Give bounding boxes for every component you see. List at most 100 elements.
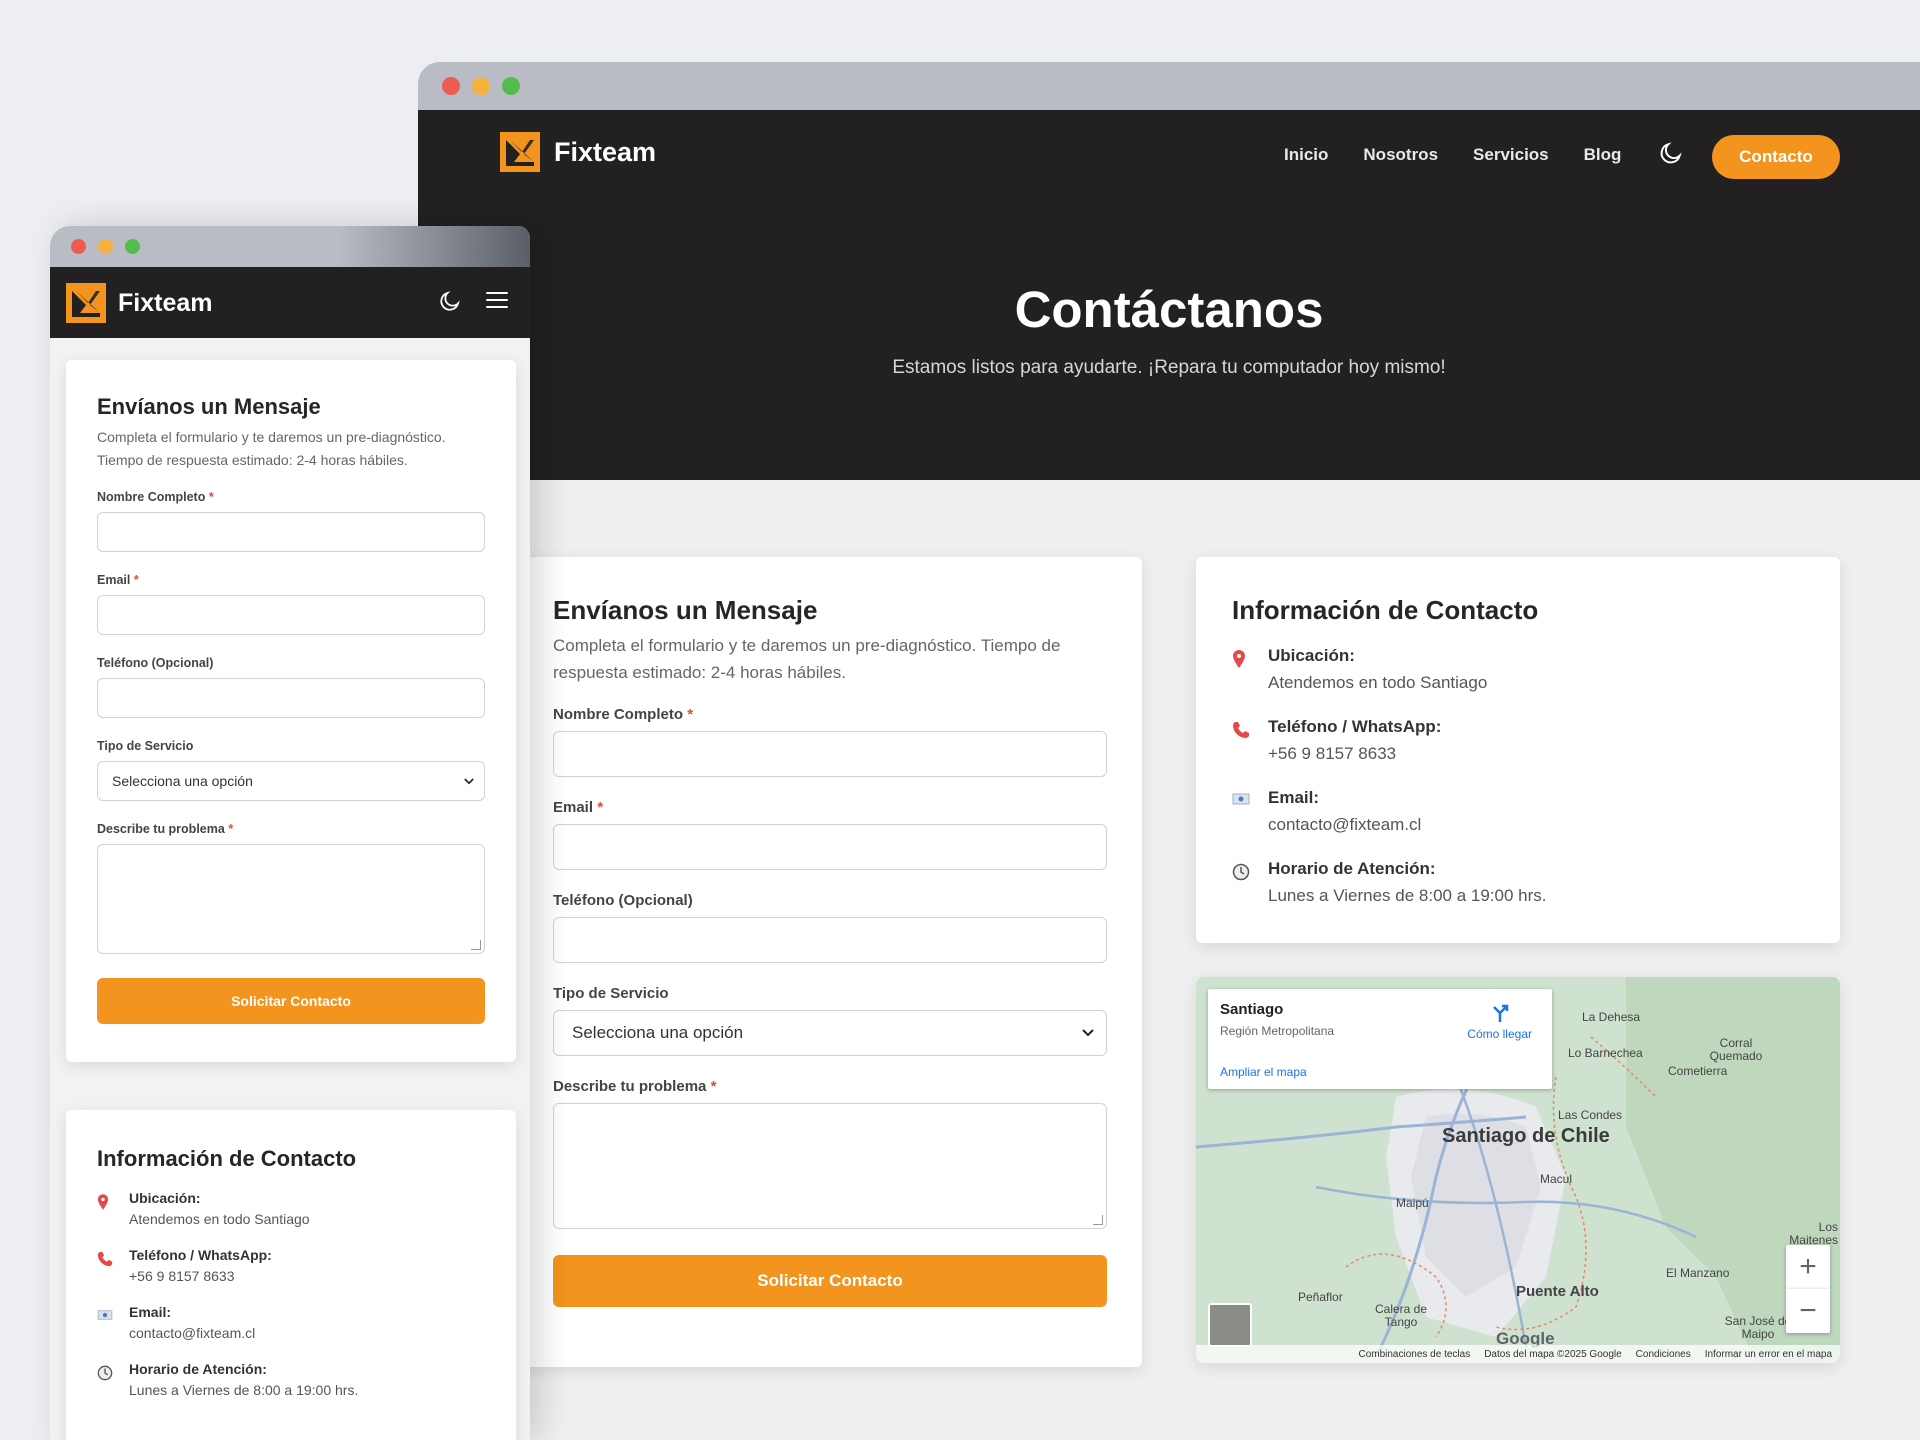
service-field-group: Tipo de Servicio Selecciona una opción xyxy=(553,985,1107,1056)
window-controls xyxy=(71,239,140,254)
info-label: Ubicación: xyxy=(129,1190,201,1206)
minimize-window-button[interactable] xyxy=(98,239,113,254)
service-label: Tipo de Servicio xyxy=(97,739,194,753)
required-mark: * xyxy=(597,799,604,816)
embedded-map[interactable]: Santiago de Chile La Dehesa Lo Barnechea… xyxy=(1196,977,1840,1363)
moon-icon[interactable] xyxy=(1658,140,1684,166)
name-label: Nombre Completo * xyxy=(553,706,694,723)
submit-button[interactable]: Solicitar Contacto xyxy=(553,1255,1107,1307)
info-label: Horario de Atención: xyxy=(1268,859,1436,878)
submit-button[interactable]: Solicitar Contacto xyxy=(97,978,485,1024)
expand-map-link[interactable]: Ampliar el mapa xyxy=(1220,1065,1307,1079)
info-item-email: Email: contacto@fixteam.cl xyxy=(97,1304,485,1341)
mobile-browser-window: Fixteam Envíanos un Mensaje Completa el … xyxy=(50,226,530,1440)
phone-icon xyxy=(97,1247,129,1284)
name-field-group: Nombre Completo * xyxy=(97,490,485,552)
phone-field-group: Teléfono (Opcional) xyxy=(553,892,1107,963)
phone-field-group: Teléfono (Opcional) xyxy=(97,656,485,718)
info-value[interactable]: contacto@fixteam.cl xyxy=(129,1325,255,1341)
problem-textarea[interactable] xyxy=(97,844,485,954)
clock-icon xyxy=(97,1361,129,1398)
info-value[interactable]: +56 9 8157 8633 xyxy=(1268,744,1441,764)
email-field-group: Email * xyxy=(97,573,485,635)
brand-logo[interactable]: Fixteam xyxy=(500,132,656,172)
info-value[interactable]: contacto@fixteam.cl xyxy=(1268,815,1421,835)
close-window-button[interactable] xyxy=(442,77,460,95)
map-town-label: La Dehesa xyxy=(1582,1010,1641,1024)
terms-link[interactable]: Condiciones xyxy=(1636,1349,1691,1360)
zoom-out-button[interactable]: − xyxy=(1786,1289,1830,1333)
resize-handle-icon[interactable] xyxy=(471,940,481,950)
map-town-label: Peñaflor xyxy=(1298,1290,1343,1304)
phone-input[interactable] xyxy=(553,917,1107,963)
map-town-label: Calera de Tango xyxy=(1374,1302,1428,1329)
contact-cta-button[interactable]: Contacto xyxy=(1712,135,1840,179)
page-title: Contáctanos xyxy=(1014,281,1324,338)
email-input[interactable] xyxy=(553,824,1107,870)
resize-handle-icon[interactable] xyxy=(1093,1215,1103,1225)
maximize-window-button[interactable] xyxy=(125,239,140,254)
contact-form-card: Envíanos un Mensaje Completa el formular… xyxy=(66,360,516,1062)
map-town-label: Puente Alto xyxy=(1516,1283,1599,1300)
info-value: Atendemos en todo Santiago xyxy=(1268,673,1488,692)
clock-icon xyxy=(1232,859,1268,906)
info-value[interactable]: +56 9 8157 8633 xyxy=(129,1268,272,1284)
email-icon xyxy=(1232,788,1268,835)
map-place-card: Santiago Región Metropolitana Cómo llega… xyxy=(1208,989,1552,1089)
report-error-link[interactable]: Informar un error en el mapa xyxy=(1705,1349,1832,1360)
required-mark: * xyxy=(710,1078,717,1095)
form-subtitle: Completa el formulario y te daremos un p… xyxy=(553,636,1061,682)
service-field-group: Tipo de Servicio Selecciona una opción xyxy=(97,739,485,801)
chevron-down-icon xyxy=(1082,1029,1094,1037)
maximize-window-button[interactable] xyxy=(502,77,520,95)
info-item-location: Ubicación: Atendemos en todo Santiago xyxy=(97,1190,485,1227)
required-mark: * xyxy=(228,822,234,836)
service-select-value: Selecciona una opción xyxy=(572,1023,744,1042)
hamburger-icon[interactable] xyxy=(486,292,508,310)
info-value: Atendemos en todo Santiago xyxy=(129,1211,310,1227)
location-pin-icon xyxy=(97,1190,129,1227)
desktop-browser-window: Fixteam Inicio Nosotros Servicios Blog C… xyxy=(418,62,1920,1440)
info-title: Información de Contacto xyxy=(1232,595,1539,625)
close-window-button[interactable] xyxy=(71,239,86,254)
nav-item-blog[interactable]: Blog xyxy=(1584,145,1622,165)
directions-button[interactable]: Cómo llegar xyxy=(1467,1003,1532,1041)
info-label: Email: xyxy=(129,1304,172,1320)
directions-icon xyxy=(1492,1004,1508,1022)
map-footer: Combinaciones de teclas Datos del mapa ©… xyxy=(1196,1345,1840,1363)
form-title: Envíanos un Mensaje xyxy=(553,595,818,625)
minimize-window-button[interactable] xyxy=(472,77,490,95)
form-subtitle: Completa el formulario y te daremos un p… xyxy=(97,429,446,468)
moon-icon[interactable] xyxy=(438,289,462,313)
phone-label: Teléfono (Opcional) xyxy=(553,892,693,909)
info-title: Información de Contacto xyxy=(97,1146,357,1171)
service-select[interactable]: Selecciona una opción xyxy=(553,1010,1107,1056)
service-select[interactable]: Selecciona una opción xyxy=(97,761,485,801)
name-label: Nombre Completo * xyxy=(97,490,214,504)
name-input[interactable] xyxy=(553,731,1107,777)
browser-titlebar xyxy=(418,62,1920,110)
window-controls xyxy=(442,77,520,95)
site-header: Fixteam Inicio Nosotros Servicios Blog C… xyxy=(418,110,1920,200)
contact-info-card: Información de Contacto Ubicación: Atende… xyxy=(1196,557,1840,943)
info-label: Teléfono / WhatsApp: xyxy=(1268,717,1442,736)
nav-item-servicios[interactable]: Servicios xyxy=(1473,145,1549,165)
zoom-in-button[interactable]: + xyxy=(1786,1245,1830,1289)
satellite-toggle-button[interactable] xyxy=(1208,1303,1252,1347)
fixteam-logo-icon xyxy=(500,132,540,172)
email-input[interactable] xyxy=(97,595,485,635)
info-item-hours: Horario de Atención: Lunes a Viernes de 8… xyxy=(97,1361,485,1398)
brand-name: Fixteam xyxy=(118,288,213,317)
required-mark: * xyxy=(133,573,139,587)
map-data-credit: Datos del mapa ©2025 Google xyxy=(1484,1348,1622,1360)
name-input[interactable] xyxy=(97,512,485,552)
contact-form-card: Envíanos un Mensaje Completa el formular… xyxy=(518,557,1142,1367)
problem-textarea[interactable] xyxy=(553,1103,1107,1229)
phone-input[interactable] xyxy=(97,678,485,718)
email-label: Email * xyxy=(97,573,139,587)
nav-item-inicio[interactable]: Inicio xyxy=(1284,145,1328,165)
brand-logo[interactable]: Fixteam xyxy=(66,283,212,323)
info-value: Lunes a Viernes de 8:00 a 19:00 hrs. xyxy=(1268,886,1547,905)
nav-item-nosotros[interactable]: Nosotros xyxy=(1363,145,1438,165)
keyboard-shortcuts-link[interactable]: Combinaciones de teclas xyxy=(1358,1349,1470,1360)
